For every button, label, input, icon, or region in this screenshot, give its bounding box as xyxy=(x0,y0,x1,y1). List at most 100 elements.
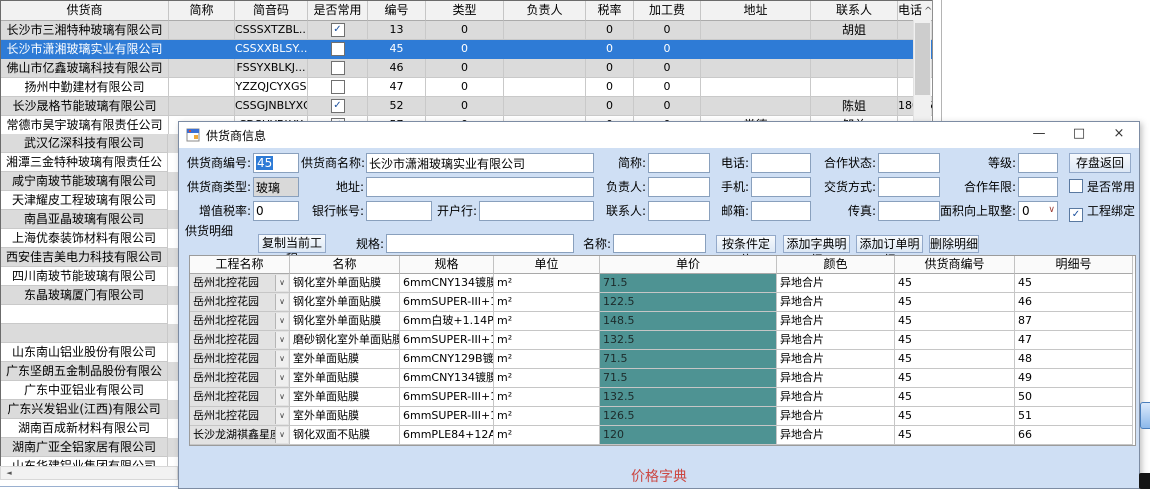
common-checkbox[interactable]: ✓ xyxy=(331,99,345,113)
bank-account-input[interactable] xyxy=(366,201,432,221)
supplier-list-item[interactable]: 四川南玻节能玻璃有限公司 xyxy=(1,267,178,286)
col-header-phone[interactable]: 电话^ xyxy=(898,1,933,21)
supplier-list-item[interactable]: 湘潭三金特种玻璃有限责任公司 xyxy=(1,153,178,172)
supplier-list-item[interactable]: 咸宁南玻节能玻璃有限公司 xyxy=(1,172,178,191)
vat-input[interactable] xyxy=(253,201,299,221)
is-common-checkbox[interactable]: 是否常用 xyxy=(1069,177,1135,197)
price-grid-row[interactable]: 岳州北控花园室外单面贴膜6mmCNY134镀膜钢化m²71.5异地合片4549 xyxy=(190,369,1135,388)
supplier-list-item[interactable]: 广东坚朗五金制品股份有限公司 xyxy=(1,362,178,381)
project-combo-cell[interactable]: 岳州北控花园 xyxy=(190,331,290,350)
grid-col-detail-no[interactable]: 明细号 xyxy=(1015,256,1133,274)
supplier-name-input[interactable] xyxy=(366,153,594,173)
supplier-list-item[interactable] xyxy=(1,324,178,343)
supplier-list-item[interactable]: 湖南百成新材料有限公司 xyxy=(1,419,178,438)
supplier-list-item[interactable]: 山东南山铝业股份有限公司 xyxy=(1,343,178,362)
add-dict-detail-button[interactable]: 添加字典明细 xyxy=(783,235,850,253)
area-round-combo[interactable]: 0 xyxy=(1018,201,1058,221)
grid-col-supplier-no[interactable]: 供货商编号 xyxy=(895,256,1015,274)
address-input[interactable] xyxy=(366,177,594,197)
grid-col-price[interactable]: 单价 xyxy=(600,256,777,274)
common-checkbox[interactable] xyxy=(331,61,345,75)
project-combo-cell[interactable]: 岳州北控花园 xyxy=(190,293,290,312)
phone-input[interactable] xyxy=(751,153,811,173)
supplier-list-item[interactable]: 武汉亿深科技有限公司 xyxy=(1,134,178,153)
supplier-list-item[interactable]: 南昌亚晶玻璃有限公司 xyxy=(1,210,178,229)
col-header-supplier[interactable]: 供货商 xyxy=(1,1,169,21)
supplier-table-row[interactable]: 佛山市亿鑫玻璃科技有限公司FSSYXBLKJ...46000 xyxy=(1,59,933,78)
col-header-fee[interactable]: 加工费 xyxy=(634,1,701,21)
horizontal-scrollbar[interactable] xyxy=(0,466,178,480)
supplier-list-item[interactable]: 西安佳吉美电力科技有限公司 xyxy=(1,248,178,267)
price-grid-row[interactable]: 岳州北控花园磨砂钢化室外单面贴膜6mmSUPER-III+12A(硅...m²1… xyxy=(190,331,1135,350)
supplier-list-item[interactable]: 上海优泰装饰材料有限公司 xyxy=(1,229,178,248)
col-header-type[interactable]: 类型 xyxy=(426,1,504,21)
combo-arrow-icon[interactable] xyxy=(275,408,288,424)
price-grid-row[interactable]: 岳州北控花园室外单面贴膜6mmCNY129B镀膜钢化m²71.5异地合片4548 xyxy=(190,350,1135,369)
project-combo-cell[interactable]: 长沙龙湖祺鑫星座 xyxy=(190,426,290,445)
grade-input[interactable] xyxy=(1018,153,1058,173)
partial-blue-button[interactable] xyxy=(1140,402,1150,429)
delete-detail-button[interactable]: 删除明细 xyxy=(929,235,979,253)
combo-arrow-icon[interactable] xyxy=(275,332,288,348)
project-combo-cell[interactable]: 岳州北控花园 xyxy=(190,369,290,388)
col-header-addr[interactable]: 地址 xyxy=(701,1,811,21)
col-header-lead[interactable]: 负责人 xyxy=(504,1,586,21)
grid-col-name[interactable]: 名称 xyxy=(290,256,400,274)
supplier-table-row[interactable]: 长沙晟格节能玻璃有限公司CSSGJNBLYXGS✓52000陈姐180751 xyxy=(1,97,933,116)
combo-arrow-icon[interactable] xyxy=(275,427,288,443)
price-grid-row[interactable]: 岳州北控花园钢化室外单面贴膜6mmSUPER-III+12A(硅...m²122… xyxy=(190,293,1135,312)
col-header-abbr[interactable]: 简称 xyxy=(169,1,235,21)
col-header-id[interactable]: 编号 xyxy=(368,1,426,21)
project-combo-cell[interactable]: 岳州北控花园 xyxy=(190,388,290,407)
price-grid-row[interactable]: 岳州北控花园室外单面贴膜6mmSUPER-III+12A(硅...m²126.5… xyxy=(190,407,1135,426)
price-grid-row[interactable]: 岳州北控花园钢化室外单面贴膜6mm白玻+1.14PVB+6mm...m²148.… xyxy=(190,312,1135,331)
col-header-tax[interactable]: 税率 xyxy=(586,1,634,21)
dialog-titlebar[interactable]: 供货商信息 — □ × xyxy=(179,122,1139,148)
supplier-no-input[interactable]: 45 xyxy=(253,153,299,173)
close-button[interactable]: × xyxy=(1099,122,1139,148)
col-header-contact[interactable]: 联系人 xyxy=(811,1,898,21)
grid-col-project[interactable]: 工程名称 xyxy=(190,256,290,274)
dropdown-arrow-icon[interactable] xyxy=(1048,205,1055,215)
supplier-list-item[interactable]: 天津耀皮工程玻璃有限公司 xyxy=(1,191,178,210)
maximize-button[interactable]: □ xyxy=(1059,122,1099,148)
combo-arrow-icon[interactable] xyxy=(275,351,288,367)
supplier-list-item[interactable]: 湖南广亚全铝家居有限公司 xyxy=(1,438,178,457)
project-combo-cell[interactable]: 岳州北控花园 xyxy=(190,312,290,331)
supplier-list-item[interactable]: 广东中亚铝业有限公司 xyxy=(1,381,178,400)
common-checkbox[interactable] xyxy=(331,80,345,94)
grid-col-color[interactable]: 颜色 xyxy=(777,256,895,274)
project-bind-checkbox[interactable]: ✓工程绑定 xyxy=(1069,201,1135,221)
minimize-button[interactable]: — xyxy=(1019,122,1059,148)
vertical-scrollbar-thumb[interactable] xyxy=(915,23,930,95)
bank-input[interactable] xyxy=(479,201,594,221)
coop-years-input[interactable] xyxy=(1018,177,1058,197)
project-combo-cell[interactable]: 岳州北控花园 xyxy=(190,350,290,369)
combo-arrow-icon[interactable] xyxy=(275,313,288,329)
supplier-table-row[interactable]: 长沙市三湘特种玻璃有限公司CSSSXTZBL...✓13000胡姐 xyxy=(1,21,933,40)
supplier-list-item[interactable]: 广东兴发铝业(江西)有限公司 xyxy=(1,400,178,419)
email-input[interactable] xyxy=(751,201,811,221)
price-grid-row[interactable]: 长沙龙湖祺鑫星座钢化双面不贴膜6mmPLE84+12A(硅酮胶...m²120异… xyxy=(190,426,1135,445)
copy-project-button[interactable]: 复制当前工程 xyxy=(258,234,326,253)
mobile-input[interactable] xyxy=(751,177,811,197)
price-grid-row[interactable]: 岳州北控花园钢化室外单面贴膜6mmCNY134镀膜钢化m²71.5异地合片454… xyxy=(190,274,1135,293)
combo-arrow-icon[interactable] xyxy=(275,370,288,386)
project-combo-cell[interactable]: 岳州北控花园 xyxy=(190,274,290,293)
supplier-list-item[interactable] xyxy=(1,305,178,324)
price-grid-row[interactable]: 岳州北控花园室外单面贴膜6mmSUPER-III+12A(硅...m²132.5… xyxy=(190,388,1135,407)
combo-arrow-icon[interactable] xyxy=(275,389,288,405)
supplier-list-item[interactable]: 东晶玻璃厦门有限公司 xyxy=(1,286,178,305)
add-order-detail-button[interactable]: 添加订单明细 xyxy=(856,235,923,253)
supplier-type-input[interactable] xyxy=(253,177,299,197)
common-checkbox[interactable]: ✓ xyxy=(331,23,345,37)
col-header-code[interactable]: 简音码 xyxy=(235,1,308,21)
combo-arrow-icon[interactable] xyxy=(275,275,288,291)
save-return-button[interactable]: 存盘返回 xyxy=(1069,153,1131,173)
locate-button[interactable]: 按条件定位 xyxy=(716,235,776,253)
grid-col-unit[interactable]: 单位 xyxy=(494,256,600,274)
name-input[interactable] xyxy=(613,234,706,253)
project-combo-cell[interactable]: 岳州北控花园 xyxy=(190,407,290,426)
spec-input[interactable] xyxy=(386,234,574,253)
common-checkbox[interactable] xyxy=(331,42,345,56)
